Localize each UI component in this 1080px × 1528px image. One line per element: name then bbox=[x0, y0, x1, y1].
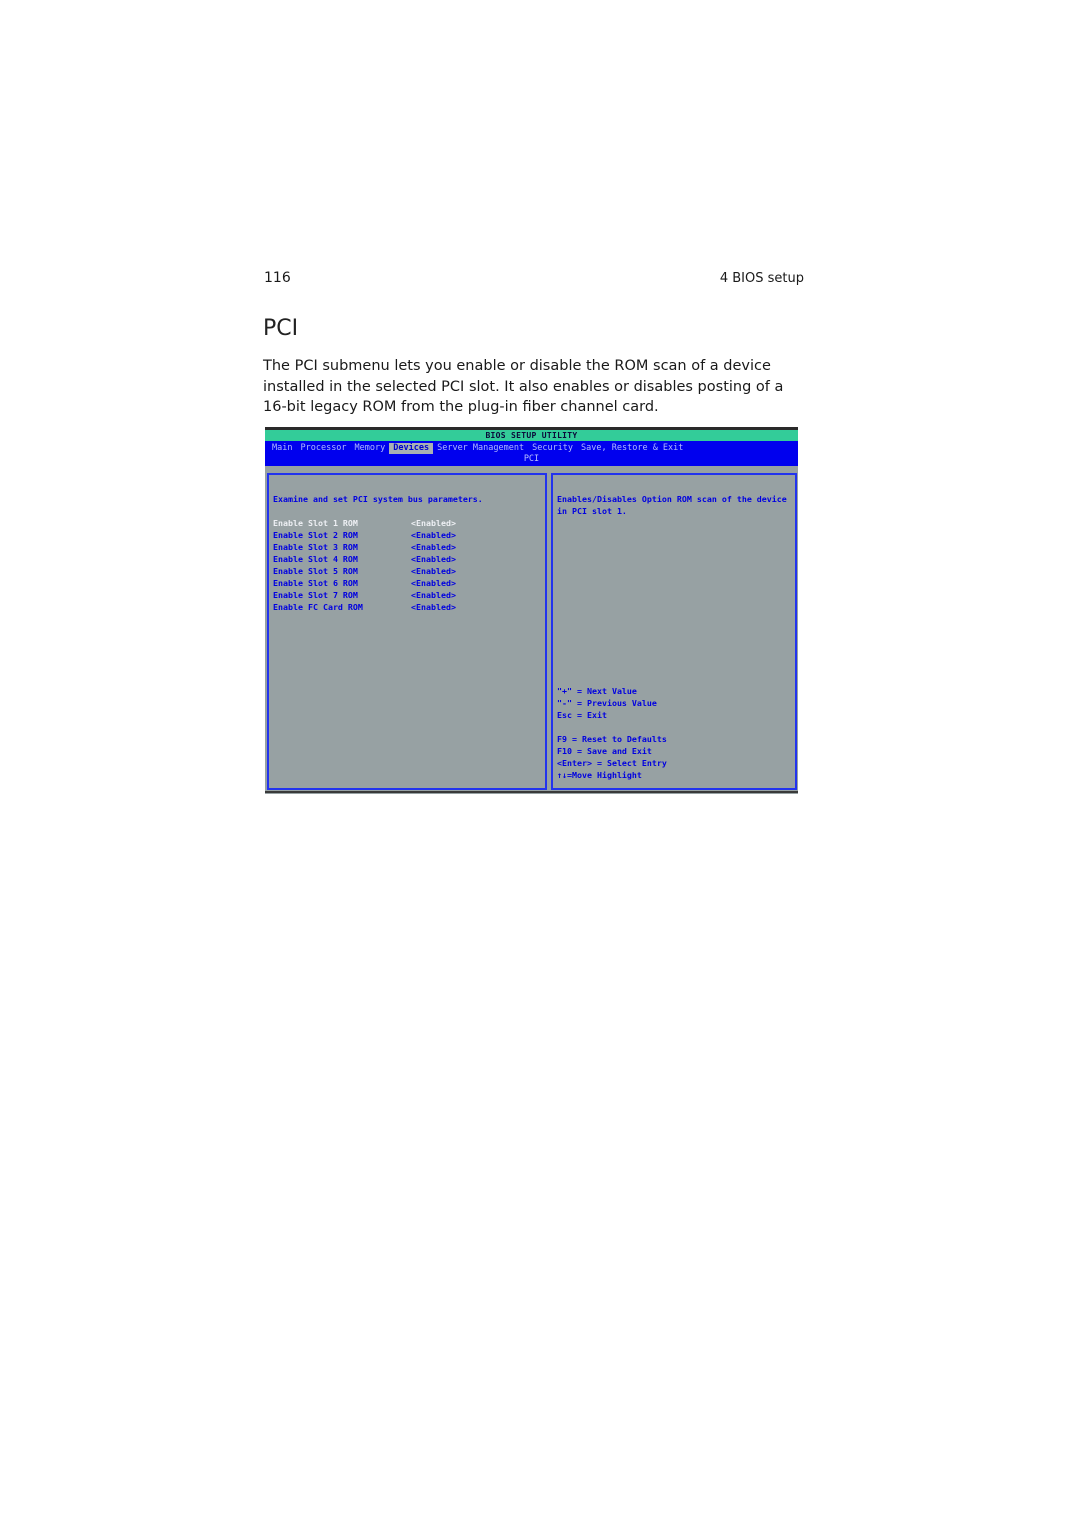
setting-value[interactable]: <Enabled> bbox=[411, 577, 456, 589]
menu-item-memory[interactable]: Memory bbox=[351, 443, 390, 454]
setting-value[interactable]: <Enabled> bbox=[411, 565, 456, 577]
key-legend: "+" = Next Value "-" = Previous Value Es… bbox=[557, 685, 667, 781]
setting-label: Enable Slot 1 ROM bbox=[273, 518, 358, 528]
menu-item-devices[interactable]: Devices bbox=[389, 443, 434, 454]
menu-item-processor[interactable]: Processor bbox=[296, 443, 350, 454]
setting-row-slot-2[interactable]: Enable Slot 2 ROM <Enabled> bbox=[273, 529, 456, 541]
key-next-value: "+" = Next Value bbox=[557, 686, 637, 696]
setting-value[interactable]: <Enabled> bbox=[411, 529, 456, 541]
panel-description: Examine and set PCI system bus parameter… bbox=[273, 494, 483, 504]
bios-title-bar: BIOS SETUP UTILITY bbox=[265, 430, 798, 441]
menu-item-server-management[interactable]: Server Management bbox=[433, 443, 528, 454]
key-select-entry: <Enter> = Select Entry bbox=[557, 758, 667, 768]
setting-label: Enable Slot 3 ROM bbox=[273, 542, 358, 552]
setting-value[interactable]: <Enabled> bbox=[411, 541, 456, 553]
key-reset-defaults: F9 = Reset to Defaults bbox=[557, 734, 667, 744]
setting-label: Enable Slot 4 ROM bbox=[273, 554, 358, 564]
setting-label: Enable Slot 2 ROM bbox=[273, 530, 358, 540]
setting-row-slot-1[interactable]: Enable Slot 1 ROM <Enabled> bbox=[273, 517, 456, 529]
key-previous-value: "-" = Previous Value bbox=[557, 698, 657, 708]
setting-label: Enable Slot 7 ROM bbox=[273, 590, 358, 600]
setting-value[interactable]: <Enabled> bbox=[411, 601, 456, 613]
item-help-text: Enables/Disables Option ROM scan of the … bbox=[557, 494, 787, 516]
menu-item-security[interactable]: Security bbox=[528, 443, 577, 454]
setting-label: Enable Slot 6 ROM bbox=[273, 578, 358, 588]
bios-menu-bar: Main Processor Memory Devices Server Man… bbox=[265, 441, 798, 466]
bios-menu: Main Processor Memory Devices Server Man… bbox=[268, 443, 687, 454]
bios-screenshot: BIOS SETUP UTILITY Main Processor Memory… bbox=[265, 427, 798, 794]
page-number: 116 bbox=[264, 270, 291, 286]
setting-row-slot-4[interactable]: Enable Slot 4 ROM <Enabled> bbox=[273, 553, 456, 565]
key-save-exit: F10 = Save and Exit bbox=[557, 746, 652, 756]
setting-value[interactable]: <Enabled> bbox=[411, 553, 456, 565]
bios-settings-panel: Examine and set PCI system bus parameter… bbox=[267, 473, 547, 790]
setting-row-slot-6[interactable]: Enable Slot 6 ROM <Enabled> bbox=[273, 577, 456, 589]
chapter-header: 4 BIOS setup bbox=[719, 271, 804, 286]
bios-bottom-border bbox=[265, 791, 798, 793]
intro-paragraph: The PCI submenu lets you enable or disab… bbox=[263, 358, 784, 415]
key-exit: Esc = Exit bbox=[557, 710, 607, 720]
bios-submenu-title: PCI bbox=[523, 454, 540, 464]
setting-row-slot-7[interactable]: Enable Slot 7 ROM <Enabled> bbox=[273, 589, 456, 601]
key-legend-spacer bbox=[557, 721, 667, 733]
section-title: PCI bbox=[263, 316, 299, 341]
setting-value[interactable]: <Enabled> bbox=[411, 517, 456, 529]
menu-item-main[interactable]: Main bbox=[268, 443, 296, 454]
key-move-highlight: ↑↓=Move Highlight bbox=[557, 770, 642, 780]
setting-value[interactable]: <Enabled> bbox=[411, 589, 456, 601]
setting-row-fc-card[interactable]: Enable FC Card ROM <Enabled> bbox=[273, 601, 456, 613]
setting-label: Enable FC Card ROM bbox=[273, 602, 363, 612]
setting-row-slot-3[interactable]: Enable Slot 3 ROM <Enabled> bbox=[273, 541, 456, 553]
setting-row-slot-5[interactable]: Enable Slot 5 ROM <Enabled> bbox=[273, 565, 456, 577]
menu-item-save-restore-exit[interactable]: Save, Restore & Exit bbox=[577, 443, 687, 454]
setting-label: Enable Slot 5 ROM bbox=[273, 566, 358, 576]
bios-help-panel: Enables/Disables Option ROM scan of the … bbox=[551, 473, 797, 790]
settings-list: Enable Slot 1 ROM <Enabled> Enable Slot … bbox=[273, 517, 456, 613]
